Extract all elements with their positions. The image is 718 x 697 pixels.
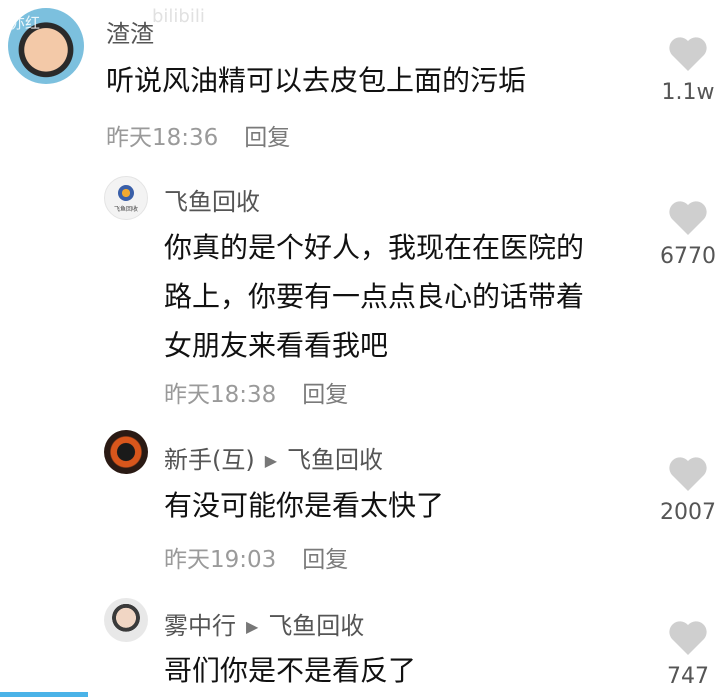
comment-4: 雾中行 ▶ 飞鱼回收 哥们你是不是看反了 747	[0, 590, 718, 697]
comment-line: 你真的是个好人，我现在在医院的	[164, 231, 585, 264]
username[interactable]: 飞鱼回收	[164, 188, 260, 216]
timestamp: 昨天18:38	[164, 382, 277, 408]
like-count: 6770	[660, 244, 716, 269]
comment-text: 听说风油精可以去皮包上面的污垢	[106, 56, 526, 105]
bilibili-watermark: bilibili	[152, 6, 205, 27]
comment-line: 路上，你要有一点点良心的话带着	[164, 280, 585, 313]
heart-icon	[669, 621, 707, 655]
logo-icon	[118, 185, 134, 201]
reply-target[interactable]: 飞鱼回收	[287, 446, 383, 474]
timestamp: 昨天19:03	[164, 547, 277, 573]
watermark-text: 亦红	[10, 14, 41, 32]
heart-icon	[669, 201, 707, 235]
username[interactable]: 渣渣	[106, 20, 154, 48]
username[interactable]: 雾中行	[164, 612, 236, 640]
comment-line: 有没可能你是看太快了	[164, 489, 445, 522]
reply-button[interactable]: 回复	[244, 125, 290, 151]
like-button[interactable]: 6770	[648, 200, 718, 269]
reply-target[interactable]: 飞鱼回收	[268, 612, 364, 640]
avatar-caption: 飞鱼回收	[113, 206, 138, 213]
avatar[interactable]	[104, 598, 148, 642]
like-button[interactable]: 1.1w	[648, 36, 718, 105]
comment-author[interactable]: 渣渣	[106, 14, 154, 49]
heart-icon	[669, 457, 707, 491]
like-button[interactable]: 747	[648, 620, 718, 689]
avatar[interactable]: 飞鱼回收	[104, 176, 148, 220]
comment-line: 哥们你是不是看反了	[164, 654, 417, 687]
comment-line: 女朋友来看看我吧	[164, 329, 389, 362]
like-count: 747	[667, 664, 709, 689]
like-button[interactable]: 2007	[648, 456, 718, 525]
comment-meta: 昨天18:38 回复	[164, 375, 348, 409]
avatar[interactable]: 亦红	[8, 8, 84, 84]
comment-meta: 昨天18:36 回复	[106, 118, 290, 152]
comment-author[interactable]: 新手(互) ▶ 飞鱼回收	[164, 440, 383, 475]
comment-line: 听说风油精可以去皮包上面的污垢	[106, 64, 527, 97]
bottom-indicator-bar	[0, 692, 88, 697]
reply-arrow-icon: ▶	[246, 617, 259, 636]
comment-author[interactable]: 雾中行 ▶ 飞鱼回收	[164, 606, 364, 641]
comment-text: 有没可能你是看太快了	[164, 481, 444, 530]
like-count: 2007	[660, 500, 716, 525]
reply-button[interactable]: 回复	[302, 547, 348, 573]
comment-2: 飞鱼回收 飞鱼回收 你真的是个好人，我现在在医院的 路上，你要有一点点良心的话带…	[0, 170, 718, 420]
comment-text: 哥们你是不是看反了	[164, 646, 416, 695]
comment-author[interactable]: 飞鱼回收	[164, 182, 260, 217]
username[interactable]: 新手(互)	[164, 446, 255, 474]
heart-icon	[669, 37, 707, 71]
reply-arrow-icon: ▶	[264, 451, 278, 470]
avatar[interactable]	[104, 430, 148, 474]
comment-text: 你真的是个好人，我现在在医院的 路上，你要有一点点良心的话带着 女朋友来看看我吧	[164, 223, 584, 370]
timestamp: 昨天18:36	[106, 125, 219, 151]
comment-1: 亦红 bilibili 渣渣 听说风油精可以去皮包上面的污垢 昨天18:36 回复…	[0, 0, 718, 180]
reply-button[interactable]: 回复	[302, 382, 348, 408]
like-count: 1.1w	[661, 80, 715, 105]
comment-meta: 昨天19:03 回复	[164, 540, 348, 574]
comment-3: 新手(互) ▶ 飞鱼回收 有没可能你是看太快了 昨天19:03 回复 2007	[0, 420, 718, 590]
